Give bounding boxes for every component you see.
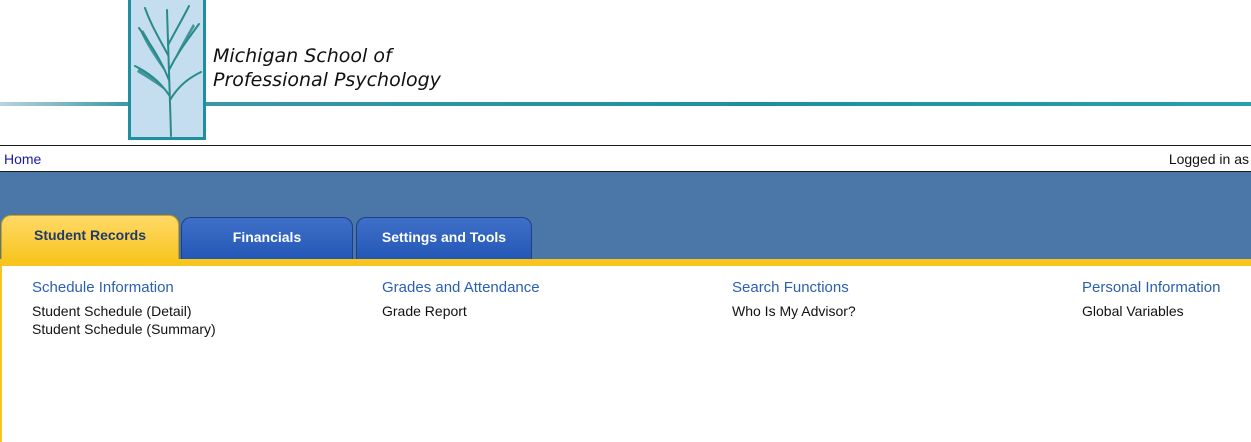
tab-settings-and-tools[interactable]: Settings and Tools: [356, 217, 532, 260]
section-search-functions: Search Functions Who Is My Advisor?: [732, 279, 1052, 320]
tab-financials[interactable]: Financials: [181, 217, 353, 260]
grass-plant-logo-icon: [134, 5, 202, 137]
link-student-schedule-summary[interactable]: Student Schedule (Summary): [32, 320, 352, 338]
section-heading: Personal Information: [1082, 279, 1221, 296]
tab-content: Schedule Information Student Schedule (D…: [0, 266, 1251, 442]
breadcrumb: Home Logged in as: [0, 145, 1251, 172]
section-personal-information: Personal Information Global Variables: [1082, 279, 1251, 320]
home-link[interactable]: Home: [4, 151, 41, 167]
school-logo: [128, 0, 206, 140]
link-student-schedule-detail[interactable]: Student Schedule (Detail): [32, 302, 352, 320]
school-name-line2: Professional Psychology: [213, 69, 441, 91]
content-left-border: [0, 266, 2, 442]
section-schedule-information: Schedule Information Student Schedule (D…: [32, 279, 352, 338]
login-status: Logged in as: [1168, 151, 1249, 167]
link-who-is-my-advisor[interactable]: Who Is My Advisor?: [732, 302, 1052, 320]
section-heading: Grades and Attendance: [382, 279, 540, 296]
school-name-line1: Michigan School of: [213, 45, 392, 67]
active-tab-strip: [0, 259, 1251, 266]
page: Michigan School of Professional Psycholo…: [0, 0, 1251, 442]
section-grades-and-attendance: Grades and Attendance Grade Report: [382, 279, 702, 320]
header: Michigan School of Professional Psycholo…: [0, 0, 1251, 143]
section-heading: Search Functions: [732, 279, 849, 296]
link-grade-report[interactable]: Grade Report: [382, 302, 702, 320]
tab-student-records[interactable]: Student Records: [1, 215, 179, 262]
link-global-variables[interactable]: Global Variables: [1082, 302, 1251, 320]
section-heading: Schedule Information: [32, 279, 174, 296]
school-name: Michigan School of Professional Psycholo…: [213, 44, 441, 92]
